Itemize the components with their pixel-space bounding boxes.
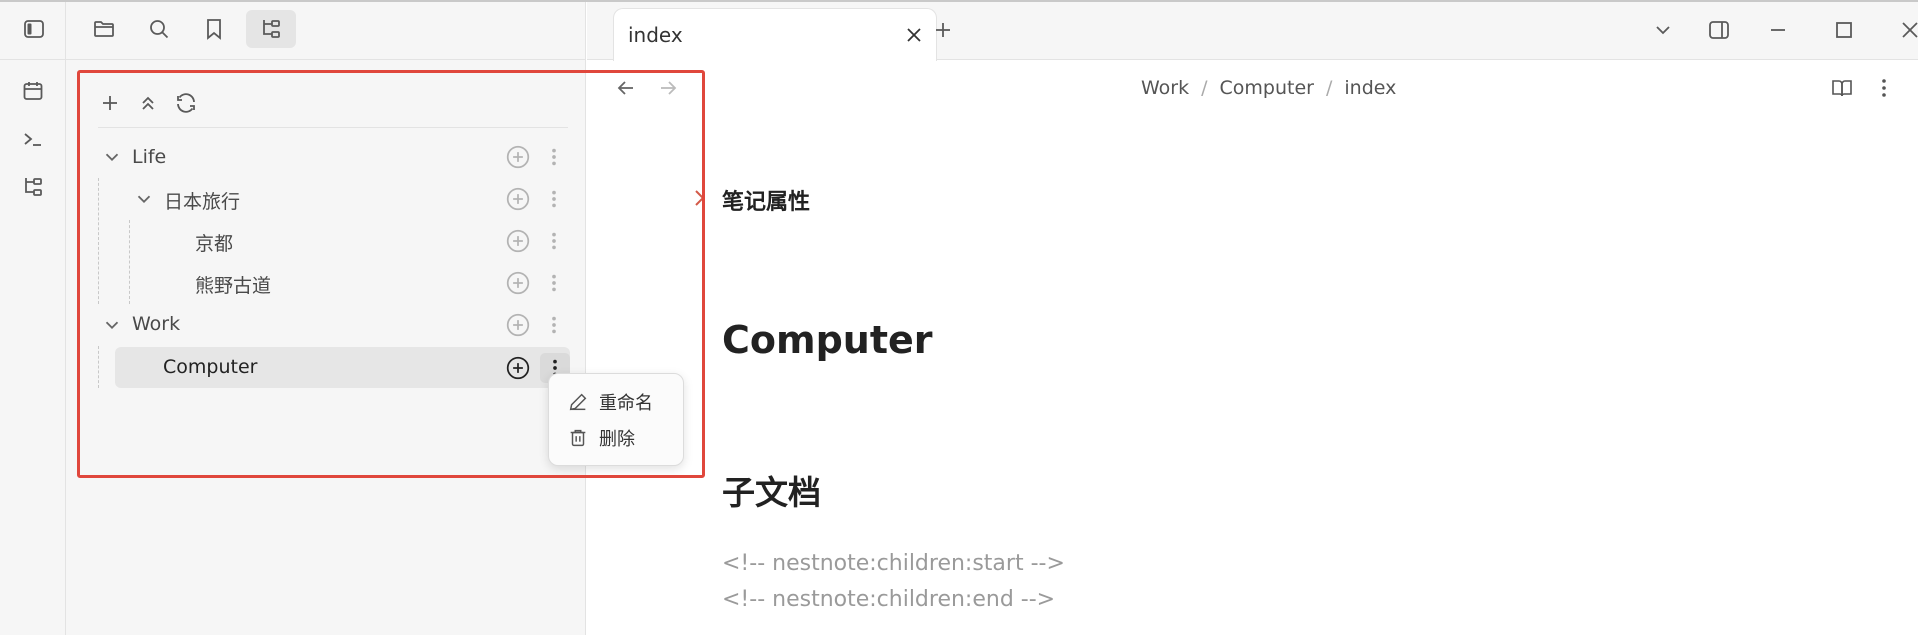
sidebar-toggle-icon[interactable] — [14, 10, 54, 48]
chevron-down-icon[interactable] — [101, 146, 123, 168]
right-sidebar-toggle-icon[interactable] — [1699, 11, 1739, 49]
refresh-icon[interactable] — [170, 84, 202, 122]
properties-heading[interactable]: 笔记属性 — [722, 184, 810, 216]
tree-view-icon[interactable] — [13, 168, 53, 206]
new-tab-icon[interactable] — [923, 11, 963, 49]
tree-divider — [98, 127, 568, 128]
breadcrumb-item[interactable]: Computer — [1220, 77, 1314, 99]
chevron-right-icon[interactable] — [692, 188, 708, 208]
chevron-down-icon[interactable] — [101, 314, 123, 336]
tree-item-label: Life — [132, 146, 167, 168]
tab-label: index — [628, 23, 683, 47]
search-icon[interactable] — [139, 10, 179, 48]
folder-icon[interactable] — [84, 10, 124, 48]
breadcrumb-item[interactable]: Work — [1141, 77, 1189, 99]
collapse-all-icon[interactable] — [132, 84, 164, 122]
tab-index[interactable]: index — [613, 8, 937, 61]
indent-guide — [98, 346, 99, 388]
tree-item-work[interactable]: Work — [98, 305, 570, 345]
tree-item-kyoto[interactable]: 京都 — [98, 221, 570, 261]
chevron-down-icon[interactable] — [133, 188, 155, 210]
tree-item-japan-trip[interactable]: 日本旅行 — [98, 179, 570, 219]
section-heading: 子文档 — [722, 473, 821, 512]
breadcrumb-separator: / — [1201, 77, 1208, 99]
terminal-icon[interactable] — [13, 120, 53, 158]
bookmark-icon[interactable] — [194, 10, 234, 48]
sidebar-tab-bar — [66, 0, 586, 60]
add-child-icon[interactable] — [504, 227, 532, 255]
tree-item-label: 熊野古道 — [195, 275, 272, 297]
forward-arrow-icon[interactable] — [648, 69, 688, 107]
add-note-icon[interactable] — [94, 84, 126, 122]
tree-item-label: 京都 — [195, 233, 234, 255]
chevron-down-icon[interactable] — [1643, 11, 1683, 49]
tab-bar: index — [587, 0, 1918, 61]
add-child-icon[interactable] — [504, 311, 532, 339]
pencil-icon — [569, 393, 587, 411]
delete-label: 删除 — [599, 429, 635, 450]
context-menu: 重命名 删除 — [548, 373, 684, 466]
calendar-icon[interactable] — [13, 72, 53, 110]
tree-item-label: Computer — [163, 356, 258, 378]
trash-icon — [570, 429, 586, 447]
window-top-edge — [0, 0, 1918, 2]
ribbon-top-bar — [0, 0, 66, 60]
more-options-icon[interactable] — [1864, 69, 1904, 107]
tree-toolbar — [94, 84, 202, 122]
rename-label: 重命名 — [599, 393, 653, 414]
add-child-icon[interactable] — [504, 354, 532, 382]
delete-menu-item[interactable]: 删除 — [567, 423, 635, 453]
reading-view-icon[interactable] — [1822, 69, 1862, 107]
more-vertical-icon[interactable] — [540, 185, 568, 213]
tree-item-label: Work — [132, 313, 181, 335]
more-vertical-icon[interactable] — [540, 269, 568, 297]
maximize-icon[interactable] — [1824, 11, 1864, 49]
more-vertical-icon[interactable] — [540, 311, 568, 339]
more-vertical-icon[interactable] — [540, 143, 568, 171]
file-tree-sidebar: Life 日本旅行 京都 熊野古道 Work Computer — [66, 0, 586, 635]
comment-line: <!-- nestnote:children:start --> — [722, 551, 1065, 576]
tree-item-computer[interactable]: Computer — [115, 347, 570, 388]
comment-line: <!-- nestnote:children:end --> — [722, 587, 1056, 612]
rename-menu-item[interactable]: 重命名 — [567, 387, 653, 417]
tree-view-tab-icon[interactable] — [246, 10, 296, 48]
tree-item-kumano-kodo[interactable]: 熊野古道 — [98, 263, 570, 303]
more-vertical-icon[interactable] — [540, 227, 568, 255]
minimize-icon[interactable] — [1758, 11, 1798, 49]
breadcrumb-separator: / — [1325, 77, 1333, 99]
tree-item-life[interactable]: Life — [98, 137, 570, 177]
tree-item-label: 日本旅行 — [164, 191, 241, 213]
add-child-icon[interactable] — [504, 143, 532, 171]
left-ribbon — [0, 0, 66, 635]
page-title: Computer — [722, 318, 933, 362]
add-child-icon[interactable] — [504, 269, 532, 297]
window-close-icon[interactable] — [1890, 11, 1918, 49]
back-arrow-icon[interactable] — [606, 69, 646, 107]
breadcrumb-item[interactable]: index — [1344, 77, 1396, 99]
add-child-icon[interactable] — [504, 185, 532, 213]
breadcrumb: Work / Computer / index — [1141, 77, 1396, 99]
